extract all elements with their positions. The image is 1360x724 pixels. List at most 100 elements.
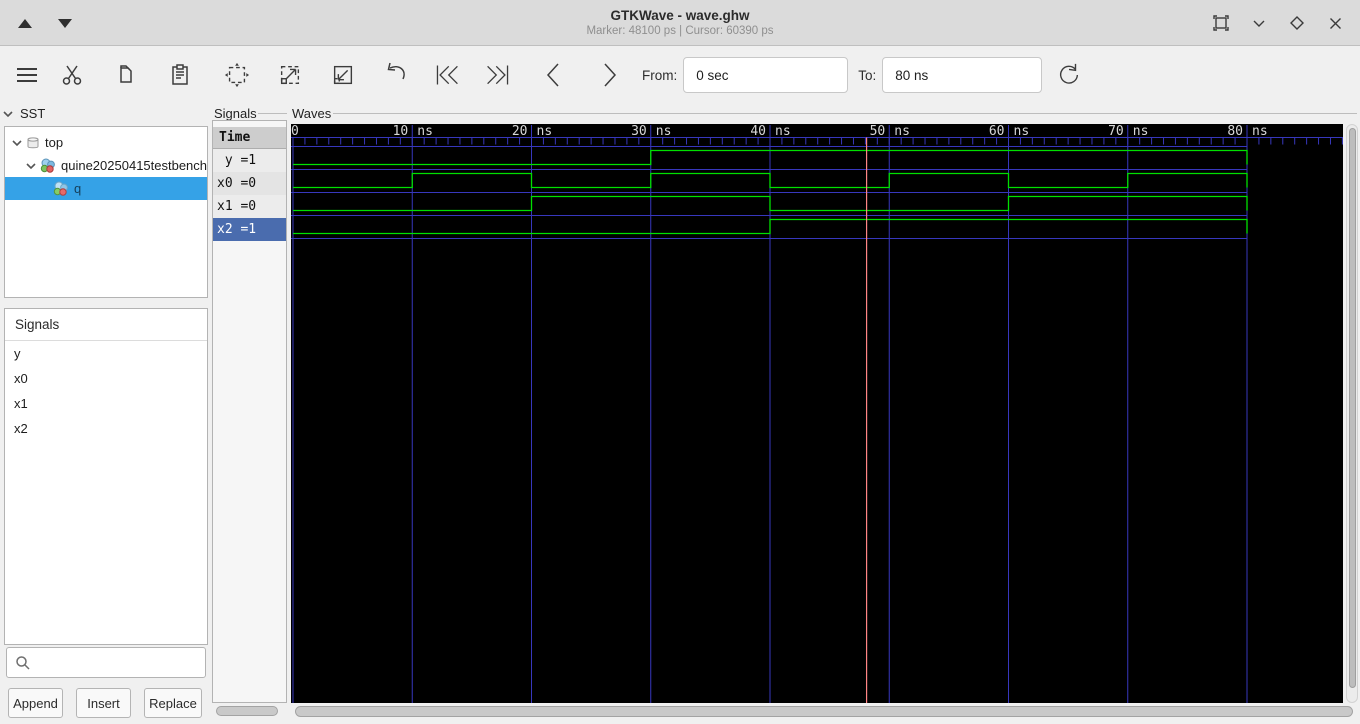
cut-button[interactable] xyxy=(59,62,85,88)
go-to-end-button[interactable] xyxy=(485,62,511,88)
module-spheres-icon xyxy=(53,181,69,196)
svg-text:40: 40 xyxy=(750,124,766,139)
frame-line xyxy=(333,113,1357,114)
svg-text:ns: ns xyxy=(1014,124,1030,139)
svg-text:ns: ns xyxy=(1133,124,1149,139)
sst-label: SST xyxy=(20,105,46,121)
scrollbar-thumb[interactable] xyxy=(216,706,278,716)
svg-text:ns: ns xyxy=(537,124,553,139)
tree-item-label: top xyxy=(45,135,64,150)
scissors-icon xyxy=(62,65,82,85)
tree-item-label: q xyxy=(74,181,82,196)
svg-text:70: 70 xyxy=(1108,124,1124,139)
svg-text:50: 50 xyxy=(870,124,886,139)
signal-search-box[interactable] xyxy=(6,647,206,678)
svg-text:10: 10 xyxy=(393,124,409,139)
zoom-out-button[interactable] xyxy=(330,62,356,88)
tree-item-label: quine20250415testbench xyxy=(61,158,207,173)
next-edge-button[interactable] xyxy=(597,62,623,88)
expander-chevron-icon xyxy=(2,107,14,119)
waves-hscrollbar[interactable] xyxy=(293,706,1356,718)
hamburger-menu-icon xyxy=(17,68,37,82)
reload-button[interactable] xyxy=(1056,62,1082,88)
wave-trace-x2 xyxy=(293,218,1248,235)
tree-item-testbench[interactable]: quine20250415testbench xyxy=(5,154,207,177)
scrollbar-thumb[interactable] xyxy=(295,706,1353,717)
signal-row-y[interactable]: y =1 xyxy=(213,149,286,172)
to-input[interactable] xyxy=(882,57,1043,93)
signal-name-column: Time y =1 x0 =0 x1 =0 x2 =1 xyxy=(212,120,287,703)
waves-area[interactable]: 0 10 ns 20 ns 30 ns 40 ns 50 ns 60 ns 70 ns 80 ns xyxy=(291,124,1343,703)
append-button[interactable]: Append xyxy=(8,688,63,718)
tree-item-q[interactable]: q xyxy=(5,177,207,200)
svg-text:0: 0 xyxy=(291,124,299,139)
chevron-left-icon xyxy=(546,63,559,87)
signal-list-item[interactable]: x0 xyxy=(5,366,207,391)
waves-vscrollbar[interactable] xyxy=(1346,124,1358,703)
svg-text:ns: ns xyxy=(775,124,791,139)
expander-chevron-icon xyxy=(25,160,37,172)
zoom-out-icon xyxy=(333,65,353,85)
signal-row-x1[interactable]: x1 =0 xyxy=(213,195,286,218)
toolbar: From: To: xyxy=(0,47,1360,103)
scrollbar-thumb[interactable] xyxy=(1348,128,1356,688)
signal-list-item[interactable]: x1 xyxy=(5,391,207,416)
close-button[interactable] xyxy=(1324,12,1346,34)
to-label: To: xyxy=(858,67,877,83)
insert-button[interactable]: Insert xyxy=(76,688,131,718)
fullscreen-icon xyxy=(1213,15,1229,31)
zoom-in-button[interactable] xyxy=(277,62,303,88)
copy-button[interactable] xyxy=(112,62,138,88)
menu-button[interactable] xyxy=(14,62,40,88)
zoom-fit-button[interactable] xyxy=(224,62,250,88)
prev-edge-button[interactable] xyxy=(540,62,566,88)
signal-list-item[interactable]: y xyxy=(5,341,207,366)
svg-text:60: 60 xyxy=(989,124,1005,139)
signal-row-x0[interactable]: x0 =0 xyxy=(213,172,286,195)
fullscreen-button[interactable] xyxy=(1210,12,1232,34)
signal-row-x2[interactable]: x2 =1 xyxy=(213,218,286,241)
time-header[interactable]: Time xyxy=(213,127,286,149)
svg-text:30: 30 xyxy=(631,124,647,139)
copy-icon xyxy=(120,65,132,83)
waves-frame-label: Waves xyxy=(292,106,332,121)
wave-trace-x0 xyxy=(293,172,1248,189)
frame-line xyxy=(258,113,287,114)
minimize-button[interactable] xyxy=(1248,12,1270,34)
expander-chevron-icon xyxy=(11,137,23,149)
svg-text:ns: ns xyxy=(1252,124,1268,139)
svg-text:ns: ns xyxy=(417,124,433,139)
go-to-start-button[interactable] xyxy=(434,62,460,88)
diamond-icon xyxy=(1290,16,1304,30)
svg-text:80: 80 xyxy=(1227,124,1243,139)
svg-text:ns: ns xyxy=(656,124,672,139)
signals-panel-header: Signals xyxy=(5,309,207,341)
titlebar: GTKWave - wave.ghw Marker: 48100 ps | Cu… xyxy=(0,0,1360,46)
search-input[interactable] xyxy=(37,655,197,670)
paste-button[interactable] xyxy=(167,62,193,88)
search-icon xyxy=(16,655,30,670)
sst-header[interactable]: SST xyxy=(2,104,45,122)
hierarchy-cylinder-icon xyxy=(26,136,40,150)
signal-column-frame-label: Signals xyxy=(214,106,257,121)
chevron-down-icon xyxy=(1253,20,1265,27)
tree-item-top[interactable]: top xyxy=(5,131,207,154)
zoom-in-icon xyxy=(280,65,300,85)
wave-trace-x1 xyxy=(293,195,1248,212)
signal-column-hscrollbar[interactable] xyxy=(212,705,287,718)
replace-button[interactable]: Replace xyxy=(144,688,202,718)
module-spheres-icon xyxy=(40,158,56,173)
signals-panel: Signals y x0 x1 x2 xyxy=(4,308,208,645)
clipboard-icon xyxy=(172,64,188,85)
zoom-undo-button[interactable] xyxy=(383,62,409,88)
waves-canvas[interactable]: 0 10 ns 20 ns 30 ns 40 ns 50 ns 60 ns 70 ns 80 ns xyxy=(291,124,1343,703)
signal-list-item[interactable]: x2 xyxy=(5,416,207,441)
svg-text:20: 20 xyxy=(512,124,528,139)
chevron-right-icon xyxy=(604,63,617,87)
marker-cursor-status: Marker: 48100 ps | Cursor: 60390 ps xyxy=(586,25,774,37)
reload-icon xyxy=(1060,63,1079,84)
maximize-button[interactable] xyxy=(1286,12,1308,34)
from-input[interactable] xyxy=(683,57,849,93)
close-icon xyxy=(1329,17,1341,29)
skip-to-end-icon xyxy=(487,65,509,85)
